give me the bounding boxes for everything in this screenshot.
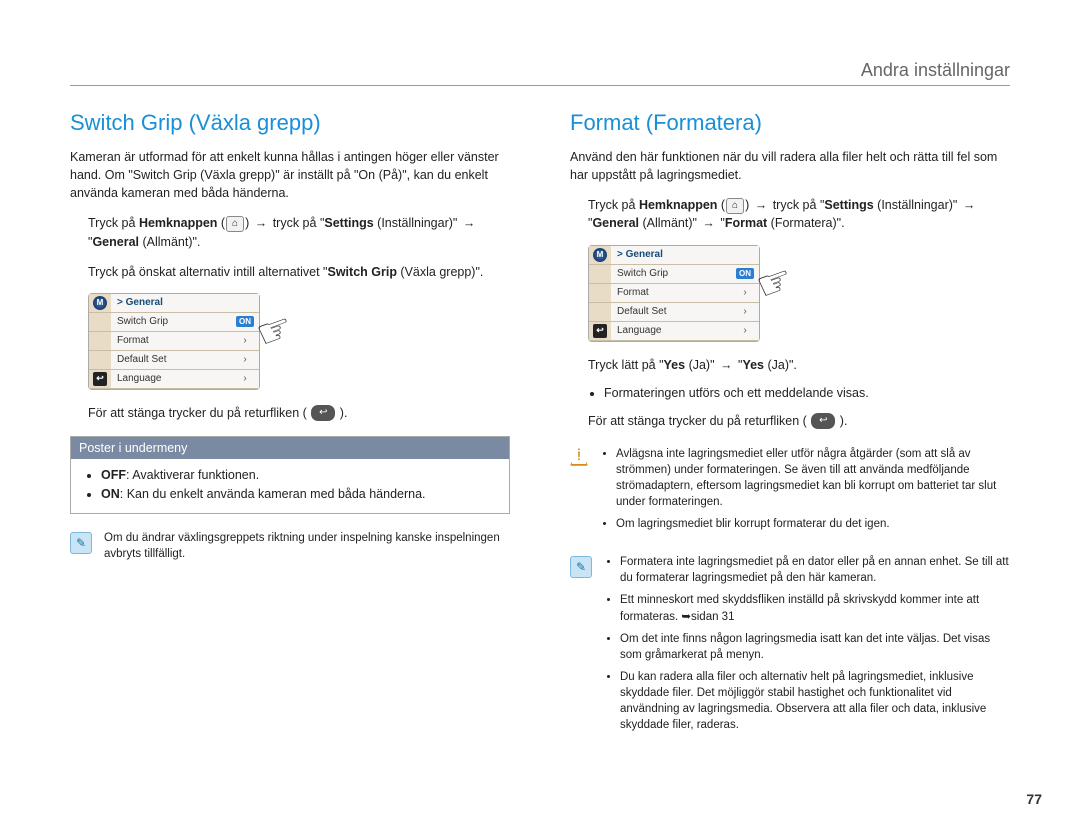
left-intro: Kameran är utformad för att enkelt kunna…	[70, 148, 510, 202]
home-icon: ⌂	[226, 216, 244, 232]
right-close-line: För att stänga trycker du på returfliken…	[588, 412, 1010, 430]
left-step2: Tryck på önskat alternativ intill altern…	[88, 263, 510, 281]
return-icon: ↩	[811, 413, 835, 429]
right-title: Format (Formatera)	[570, 110, 1010, 136]
chevron-right-icon: ›	[231, 335, 259, 346]
chevron-right-icon: ›	[731, 306, 759, 317]
page: Andra inställningar Switch Grip (Växla g…	[0, 0, 1080, 825]
arrow-icon: →	[718, 356, 735, 374]
left-close-line: För att stänga trycker du på returfliken…	[88, 404, 510, 422]
note-icon: ✎	[570, 556, 592, 578]
right-yes-line: Tryck lätt på "Yes (Ja)" → "Yes (Ja)".	[588, 356, 1010, 374]
chevron-right-icon: ›	[231, 354, 259, 365]
back-icon: ↩	[93, 372, 107, 386]
chevron-right-icon: ›	[731, 287, 759, 298]
arrow-icon: →	[253, 214, 270, 232]
page-number: 77	[1026, 791, 1042, 807]
return-icon: ↩	[311, 405, 335, 421]
left-title: Switch Grip (Växla grepp)	[70, 110, 510, 136]
on-badge: ON	[236, 316, 254, 327]
submenu-item-off: OFF: Avaktiverar funktionen.	[101, 467, 495, 484]
arrow-icon: →	[961, 196, 978, 214]
mode-icon: M	[93, 296, 107, 310]
right-warning: Avlägsna inte lagringsmediet eller utför…	[570, 446, 1010, 538]
warning-icon	[570, 448, 588, 466]
left-note: ✎ Om du ändrar växlingsgreppets riktning…	[70, 530, 510, 562]
right-note: ✎ Formatera inte lagringsmediet på en da…	[570, 554, 1010, 739]
home-icon: ⌂	[726, 198, 744, 214]
right-nav-step: Tryck på Hemknappen (⌂) → tryck på "Sett…	[588, 196, 1010, 232]
submenu-body: OFF: Avaktiverar funktionen. ON: Kan du …	[71, 459, 509, 513]
on-badge: ON	[736, 268, 754, 279]
arrow-icon: →	[461, 214, 478, 232]
right-intro: Använd den här funktionen när du vill ra…	[570, 148, 1010, 184]
submenu-head: Poster i undermeny	[71, 437, 509, 459]
left-nav-step: Tryck på Hemknappen (⌂) → tryck på "Sett…	[88, 214, 510, 250]
mode-icon: M	[593, 248, 607, 262]
note-icon: ✎	[70, 532, 92, 554]
left-column: Switch Grip (Växla grepp) Kameran är utf…	[70, 110, 510, 739]
page-header: Andra inställningar	[70, 60, 1010, 86]
submenu-box: Poster i undermeny OFF: Avaktiverar funk…	[70, 436, 510, 514]
submenu-item-on: ON: Kan du enkelt använda kameran med bå…	[101, 486, 495, 503]
chevron-right-icon: ›	[231, 373, 259, 384]
chevron-right-icon: ›	[731, 325, 759, 336]
right-column: Format (Formatera) Använd den här funkti…	[570, 110, 1010, 739]
back-icon: ↩	[593, 324, 607, 338]
arrow-icon: →	[700, 214, 717, 232]
content-columns: Switch Grip (Växla grepp) Kameran är utf…	[70, 110, 1010, 739]
camera-menu-illustration: M> General Switch GripON Format› Default…	[88, 293, 260, 390]
right-bullets: Formateringen utförs och ett meddelande …	[588, 386, 1010, 400]
camera-menu-illustration: M> General Switch GripON Format› Default…	[588, 245, 760, 342]
arrow-icon: →	[753, 196, 770, 214]
